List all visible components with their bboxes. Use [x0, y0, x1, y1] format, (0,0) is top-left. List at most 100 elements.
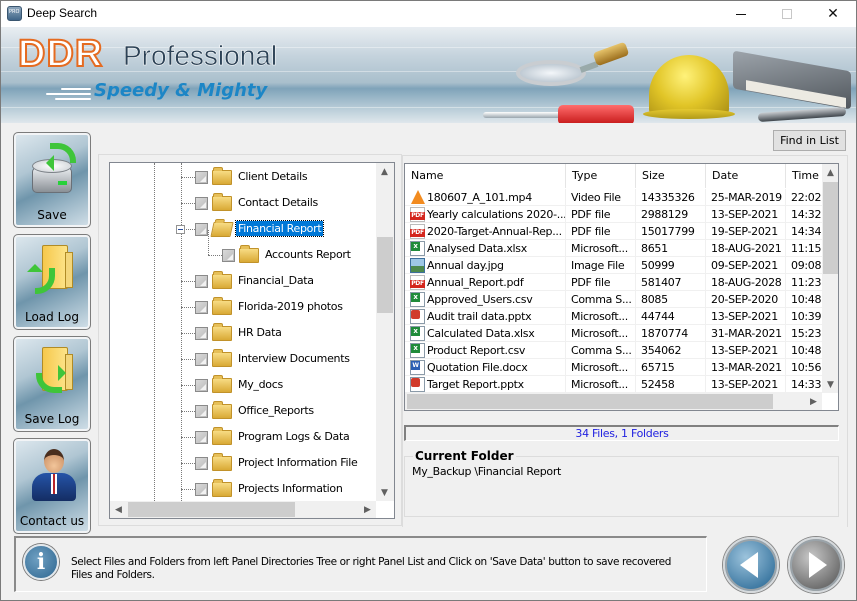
tree-item-checkbox[interactable]: [222, 249, 235, 262]
maximize-icon: [782, 9, 792, 19]
tree-item-label[interactable]: Interview Documents: [236, 351, 352, 366]
tree-item-checkbox[interactable]: [195, 301, 208, 314]
file-row[interactable]: Annual day.jpg Image File 50999 09-SEP-2021…: [405, 257, 823, 274]
tree-hscroll-thumb[interactable]: [128, 502, 295, 517]
file-list[interactable]: Name Type Size Date Time 180607_A_101.mp…: [404, 163, 839, 411]
save-log-button[interactable]: Save Log: [13, 336, 91, 432]
cell-date-text: 18-AUG-2028: [711, 276, 782, 289]
cell-size: 8651: [636, 240, 706, 257]
tree-horizontal-scrollbar[interactable]: ◀ ▶: [110, 501, 376, 518]
tree-item-label[interactable]: Accounts Report: [263, 247, 353, 262]
tree-item-checkbox[interactable]: [195, 275, 208, 288]
tree-item-checkbox[interactable]: [195, 353, 208, 366]
cell-time-text: 10:39: [791, 310, 822, 323]
cell-time-text: 10:48: [791, 293, 822, 306]
list-hscroll-thumb[interactable]: [407, 394, 773, 409]
folder-icon: [212, 167, 232, 185]
cell-name: Approved_Users.csv: [405, 291, 566, 308]
tree-item[interactable]: HR Data: [110, 320, 376, 346]
header-banner: DDR Professional Speedy & Mighty: [1, 27, 856, 123]
tree-item-checkbox[interactable]: [195, 327, 208, 340]
scroll-down-icon[interactable]: ▼: [822, 376, 838, 393]
tree-item-label[interactable]: Financial Report: [234, 220, 325, 237]
column-header-name[interactable]: Name: [405, 164, 566, 188]
scroll-right-icon[interactable]: ▶: [805, 393, 822, 410]
cell-type: PDF file: [566, 274, 636, 291]
tree-item[interactable]: Office_Reports: [110, 398, 376, 424]
tree-item-label[interactable]: Office_Reports: [236, 403, 316, 418]
cell-date: 09-SEP-2021: [706, 257, 786, 274]
file-row[interactable]: Annual_Report.pdf PDF file 581407 18-AUG-20…: [405, 274, 823, 291]
tree-item-label[interactable]: Contact Details: [236, 195, 320, 210]
column-header-date[interactable]: Date: [706, 164, 786, 188]
tree-item-label[interactable]: Project Information File: [236, 455, 360, 470]
tree-item-label[interactable]: Florida-2019 photos: [236, 299, 345, 314]
scroll-down-icon[interactable]: ▼: [376, 484, 393, 501]
contact-us-button[interactable]: Contact us: [13, 438, 91, 534]
cell-time: 14:33: [786, 376, 823, 393]
tree-item[interactable]: Florida-2019 photos: [110, 294, 376, 320]
tree-item-checkbox[interactable]: [195, 405, 208, 418]
tree-item[interactable]: Projects Information: [110, 476, 376, 502]
file-row[interactable]: Audit trail data.pptx Microsoft... 44744 13…: [405, 308, 823, 325]
tree-item-label[interactable]: Financial_Data: [236, 273, 316, 288]
cell-name: Yearly calculations 2020-...: [405, 206, 566, 223]
maximize-button[interactable]: [764, 1, 810, 27]
tree-item-checkbox[interactable]: [195, 171, 208, 184]
tree-item[interactable]: Accounts Report: [110, 230, 376, 268]
tree-item[interactable]: Financial_Data: [110, 268, 376, 294]
load-log-button[interactable]: Load Log: [13, 234, 91, 330]
minimize-button[interactable]: [718, 1, 764, 27]
cell-time: 10:48: [786, 291, 823, 308]
tree-item-checkbox[interactable]: [195, 379, 208, 392]
file-row[interactable]: Approved_Users.csv Comma S... 8085 20-SEP-2…: [405, 291, 823, 308]
tree-item[interactable]: Contact Details: [110, 190, 376, 216]
column-header-type[interactable]: Type: [566, 164, 636, 188]
tree-item-label[interactable]: HR Data: [236, 325, 284, 340]
file-row[interactable]: Product Report.csv Comma S... 354062 13-SEP…: [405, 342, 823, 359]
tree-vscroll-thumb[interactable]: [377, 237, 393, 313]
list-horizontal-scrollbar[interactable]: ▶: [405, 393, 822, 410]
tree-item[interactable]: Program Logs & Data: [110, 424, 376, 450]
tree-item-label[interactable]: Projects Information: [236, 481, 345, 496]
tree-item-checkbox[interactable]: [195, 223, 208, 236]
column-header-time[interactable]: Time: [786, 164, 826, 188]
scroll-left-icon[interactable]: ◀: [110, 501, 127, 518]
cell-size: 44744: [636, 308, 706, 325]
save-button[interactable]: Save: [13, 132, 91, 228]
collapse-toggle-icon[interactable]: [176, 225, 185, 234]
file-row[interactable]: Quotation File.docx Microsoft... 65715 13-M…: [405, 359, 823, 376]
cell-date-text: 31-MAR-2021: [711, 327, 782, 340]
find-in-list-button[interactable]: Find in List: [773, 130, 846, 151]
cell-name-text: Audit trail data.pptx: [427, 310, 532, 323]
tree-item-label[interactable]: My_docs: [236, 377, 285, 392]
tree-item[interactable]: Project Information File: [110, 450, 376, 476]
tree-item[interactable]: Interview Documents: [110, 346, 376, 372]
tree-item-checkbox[interactable]: [195, 483, 208, 496]
scroll-up-icon[interactable]: ▲: [376, 163, 393, 180]
tree-item[interactable]: My_docs: [110, 372, 376, 398]
tree-item-checkbox[interactable]: [195, 431, 208, 444]
file-row[interactable]: Calculated Data.xlsx Microsoft... 1870774 3…: [405, 325, 823, 342]
close-button[interactable]: ✕: [810, 1, 856, 27]
file-row[interactable]: 180607_A_101.mp4 Video File 14335326 25-MAR…: [405, 189, 823, 206]
list-vertical-scrollbar[interactable]: ▲ ▼: [822, 164, 838, 393]
back-button[interactable]: [723, 537, 779, 593]
file-row[interactable]: Target Report.pptx Microsoft... 52458 13-SE…: [405, 376, 823, 393]
directory-tree[interactable]: Client Details Contact Details Financial R…: [109, 162, 395, 519]
tree-item-label[interactable]: Program Logs & Data: [236, 429, 351, 444]
tree-item[interactable]: Financial Report: [110, 216, 376, 242]
file-row[interactable]: Yearly calculations 2020-... PDF file 2988…: [405, 206, 823, 223]
column-header-size[interactable]: Size: [636, 164, 706, 188]
tree-item[interactable]: Client Details: [110, 164, 376, 190]
tree-item-label[interactable]: Client Details: [236, 169, 309, 184]
tree-item-checkbox[interactable]: [195, 197, 208, 210]
tree-vertical-scrollbar[interactable]: ▲ ▼: [376, 163, 394, 501]
scroll-up-icon[interactable]: ▲: [822, 164, 838, 181]
list-vscroll-thumb[interactable]: [823, 182, 838, 274]
next-button[interactable]: [788, 537, 844, 593]
tree-item-checkbox[interactable]: [195, 457, 208, 470]
scroll-right-icon[interactable]: ▶: [359, 501, 376, 518]
file-row[interactable]: Analysed Data.xlsx Microsoft... 8651 18-AUG…: [405, 240, 823, 257]
file-row[interactable]: 2020-Target-Annual-Rep... PDF file 1501779…: [405, 223, 823, 240]
